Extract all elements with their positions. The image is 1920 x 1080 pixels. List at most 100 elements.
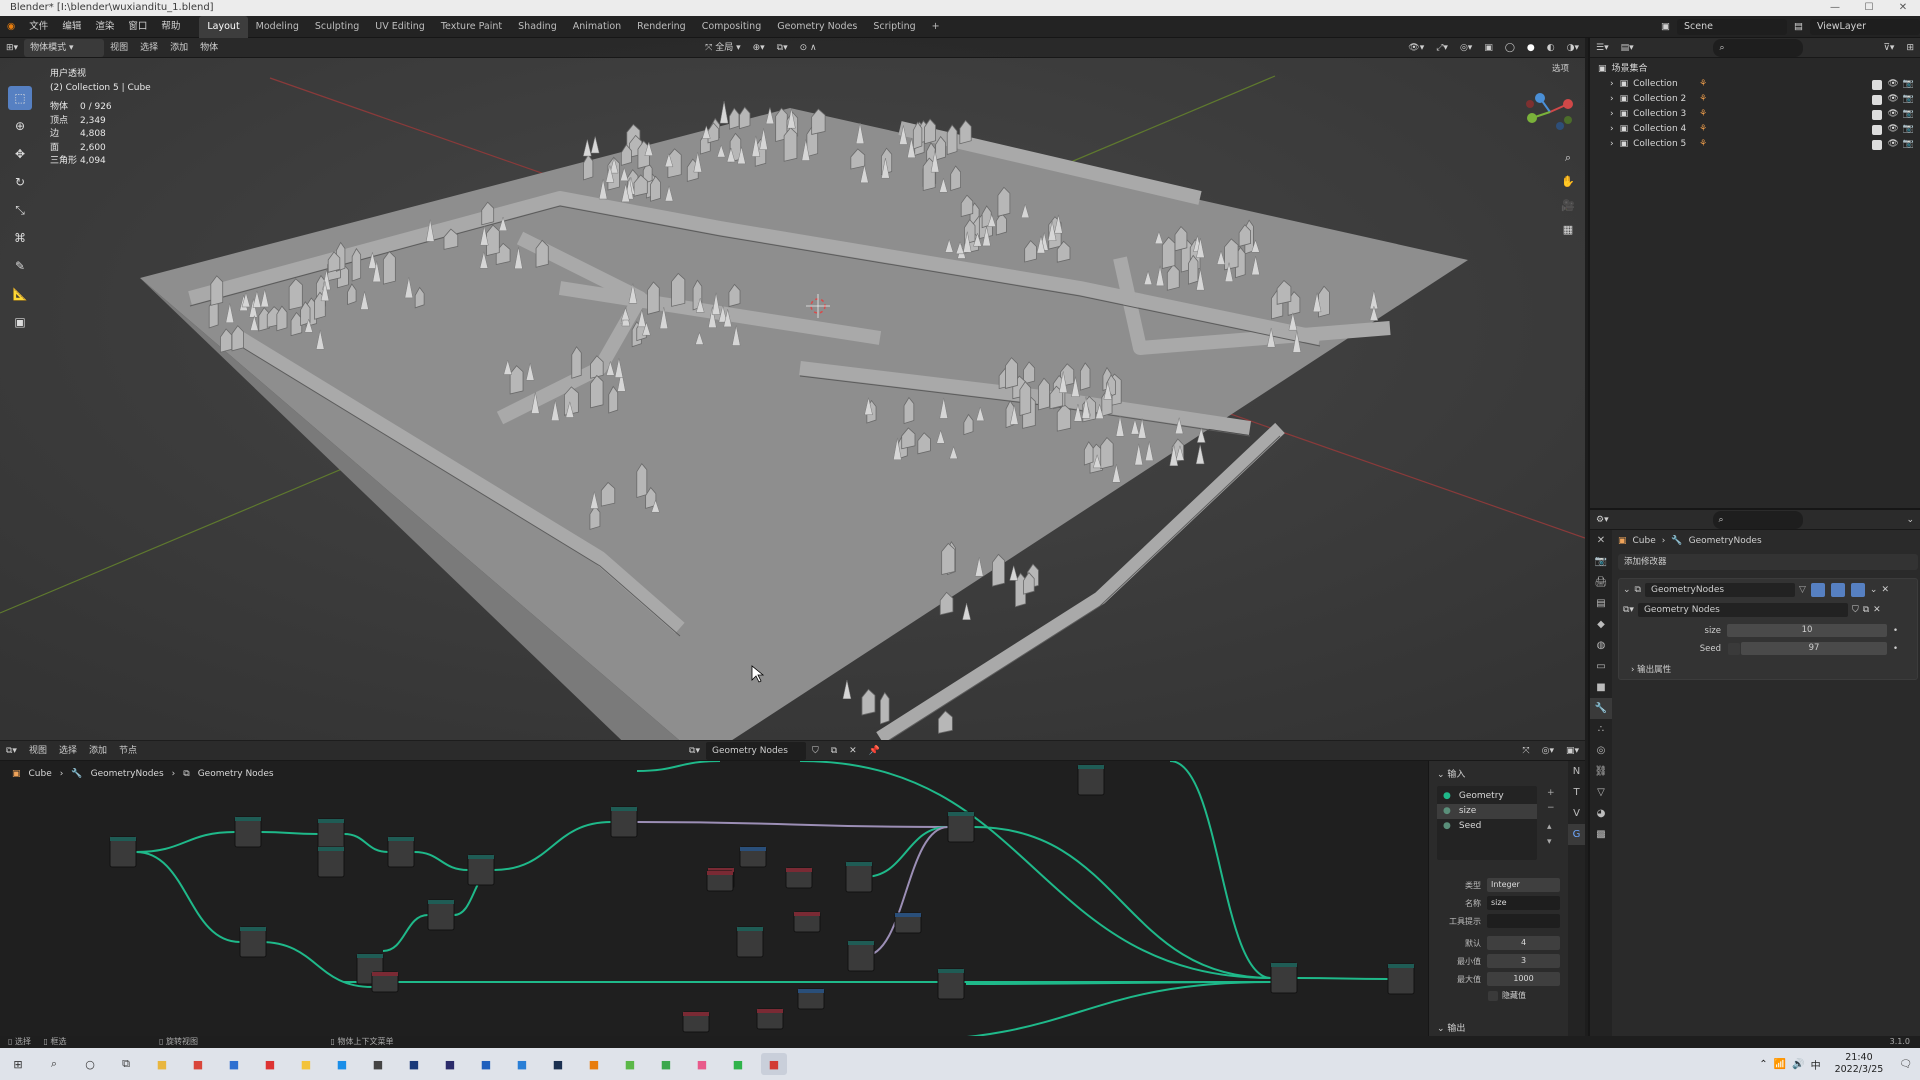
chevron-down-icon[interactable]: ⌄ (1900, 511, 1920, 529)
add-modifier-button[interactable]: 添加修改器 (1618, 554, 1918, 570)
shading-material-icon[interactable]: ◐ (1541, 39, 1561, 57)
modifier-tab-icon[interactable]: 🔧 (1590, 698, 1612, 719)
tab-layout[interactable]: Layout (199, 15, 248, 38)
menu-file[interactable]: 文件 (22, 16, 55, 38)
overlay-icon[interactable]: ◎▾ (1536, 742, 1560, 760)
eye-icon[interactable]: 👁 (1887, 122, 1898, 137)
rotate-icon[interactable]: ↻ (8, 170, 32, 194)
collection-tab-icon[interactable]: ▭ (1590, 656, 1612, 677)
camera-icon[interactable]: 📷 (1903, 107, 1914, 122)
wechat-icon[interactable]: ■ (725, 1053, 751, 1075)
volume-icon[interactable]: 🔊 (1792, 1059, 1804, 1070)
eye-icon[interactable]: 👁 (1887, 107, 1898, 122)
tab-rendering[interactable]: Rendering (629, 16, 694, 38)
viewlayer-selector[interactable]: ViewLayer (1810, 18, 1920, 35)
eye-icon[interactable]: 👁 (1887, 137, 1898, 152)
data-tab-icon[interactable]: ▽ (1590, 782, 1612, 803)
pivot-icon[interactable]: ⊕▾ (747, 39, 771, 57)
unlink-icon[interactable]: ✕ (843, 742, 863, 760)
add-cube-icon[interactable]: ▣ (8, 310, 32, 334)
navigation-gizmo[interactable] (1520, 82, 1580, 142)
chrome-icon[interactable]: ■ (185, 1053, 211, 1075)
clock[interactable]: 21:40 2022/3/25 (1835, 1052, 1884, 1076)
material-tab-icon[interactable]: ◕ (1590, 803, 1612, 824)
pin-icon[interactable]: 📌 (863, 742, 886, 760)
collapse-icon[interactable]: ⌄ (1623, 585, 1631, 595)
editmode-icon[interactable] (1810, 583, 1825, 597)
taskview-icon[interactable]: ⧉ (113, 1053, 139, 1075)
socket-item[interactable]: ● Seed (1437, 819, 1537, 834)
camera-icon[interactable]: 📷 (1903, 77, 1914, 92)
close-button[interactable]: ✕ (1886, 0, 1920, 16)
mode-selector[interactable]: 物体模式 ▾ (24, 38, 105, 57)
texture-tab-icon[interactable]: ▩ (1590, 824, 1612, 845)
expand-arrow-icon[interactable]: › (1610, 77, 1614, 92)
move-icon[interactable]: ✥ (8, 142, 32, 166)
exclude-checkbox[interactable] (1872, 124, 1883, 135)
camera-icon[interactable]: 🎥 (1558, 196, 1578, 216)
menu-window[interactable]: 窗口 (121, 16, 154, 38)
node-canvas[interactable] (0, 741, 1428, 1046)
particles-tab-icon[interactable]: ∴ (1590, 719, 1612, 740)
app3-icon[interactable]: ■ (653, 1053, 679, 1075)
node-menu-view[interactable]: 视图 (23, 742, 53, 760)
tab-compositing[interactable]: Compositing (694, 16, 770, 38)
node-menu-add[interactable]: 添加 (83, 742, 113, 760)
output-attributes-subpanel[interactable]: › 输出属性 (1623, 663, 1913, 675)
tray-chevron-icon[interactable]: ⌃ (1759, 1059, 1767, 1070)
menu-render[interactable]: 渲染 (88, 16, 121, 38)
type-dropdown[interactable]: Integer (1487, 878, 1560, 892)
properties-search[interactable]: ⌕ (1712, 510, 1803, 529)
xray-icon[interactable]: ▣ (1478, 39, 1499, 57)
proportional-edit-icon[interactable]: ⊙ ∧ (794, 39, 823, 57)
display-mode-icon[interactable]: ▤▾ (1615, 39, 1640, 57)
shading-rendered-icon[interactable]: ◑▾ (1561, 39, 1585, 57)
view-tab[interactable]: V (1568, 803, 1585, 824)
explorer-icon[interactable]: ■ (149, 1053, 175, 1075)
app2-icon[interactable]: ■ (437, 1053, 463, 1075)
menu-select[interactable]: 选择 (134, 39, 164, 57)
shading-solid-icon[interactable]: ● (1521, 39, 1541, 57)
exclude-checkbox[interactable] (1872, 109, 1883, 120)
wifi-icon[interactable]: 📶 (1774, 1059, 1786, 1070)
keyframe-dot-icon[interactable]: • (1893, 626, 1898, 636)
filter-icon[interactable]: ⊽▾ (1877, 39, 1900, 57)
collection-row[interactable]: › ▣ Collection 5 ⚘ 👁 📷 (1598, 137, 1920, 152)
keyframe-dot-icon[interactable]: • (1893, 644, 1898, 654)
collection-row[interactable]: › ▣ Collection ⚘ 👁 📷 (1598, 77, 1920, 92)
viewport-scene[interactable] (0, 38, 1585, 740)
camera-icon[interactable]: 📷 (1903, 122, 1914, 137)
game-icon[interactable]: ■ (617, 1053, 643, 1075)
constraints-tab-icon[interactable]: ⛓ (1590, 761, 1612, 782)
node-editor-type-icon[interactable]: ⧉▾ (0, 742, 23, 760)
expand-arrow-icon[interactable]: › (1610, 92, 1614, 107)
tab-shading[interactable]: Shading (510, 16, 565, 38)
node-editor[interactable]: ⧉▾ 视图 选择 添加 节点 ⧉▾ Geometry Nodes ⛉ ⧉ ✕ 📌… (0, 741, 1585, 1046)
unlink-icon[interactable]: ✕ (1873, 605, 1881, 615)
exclude-checkbox[interactable] (1872, 94, 1883, 105)
node-menu-node[interactable]: 节点 (113, 742, 143, 760)
node-group-field[interactable]: Geometry Nodes (1637, 603, 1848, 617)
modifier-name-field[interactable]: GeometryNodes (1644, 583, 1795, 597)
eye-icon[interactable]: 👁 (1887, 77, 1898, 92)
editor-type-icon[interactable]: ⊞▾ (0, 39, 24, 57)
node-tab[interactable]: N (1568, 761, 1585, 782)
input-language[interactable]: 中 (1811, 1057, 1821, 1072)
collection-row[interactable]: › ▣ Collection 3 ⚘ 👁 📷 (1598, 107, 1920, 122)
tab-uv-editing[interactable]: UV Editing (367, 16, 433, 38)
tool-tab-icon[interactable]: ✕ (1590, 530, 1612, 551)
gizmo-toggle-icon[interactable]: ⤢▾ (1430, 39, 1454, 57)
edit-mode-toggle-icon[interactable]: ▽ (1799, 585, 1806, 595)
unity-icon[interactable]: ■ (365, 1053, 391, 1075)
render-tab-icon[interactable]: 📷 (1590, 551, 1612, 572)
visibility-icon[interactable]: 👁▾ (1402, 39, 1430, 57)
seed-input-field[interactable]: 97 (1741, 642, 1887, 655)
object-tab-icon[interactable]: ■ (1590, 677, 1612, 698)
node-tree-selector[interactable]: Geometry Nodes (705, 741, 806, 760)
measure-icon[interactable]: 📐 (8, 282, 32, 306)
socket-item[interactable]: ● Geometry (1437, 789, 1537, 804)
search-icon[interactable]: ⌕ (41, 1053, 67, 1075)
exclude-checkbox[interactable] (1872, 79, 1883, 90)
tab-modeling[interactable]: Modeling (248, 16, 307, 38)
notification-icon[interactable]: 🗨 (1899, 1059, 1912, 1070)
